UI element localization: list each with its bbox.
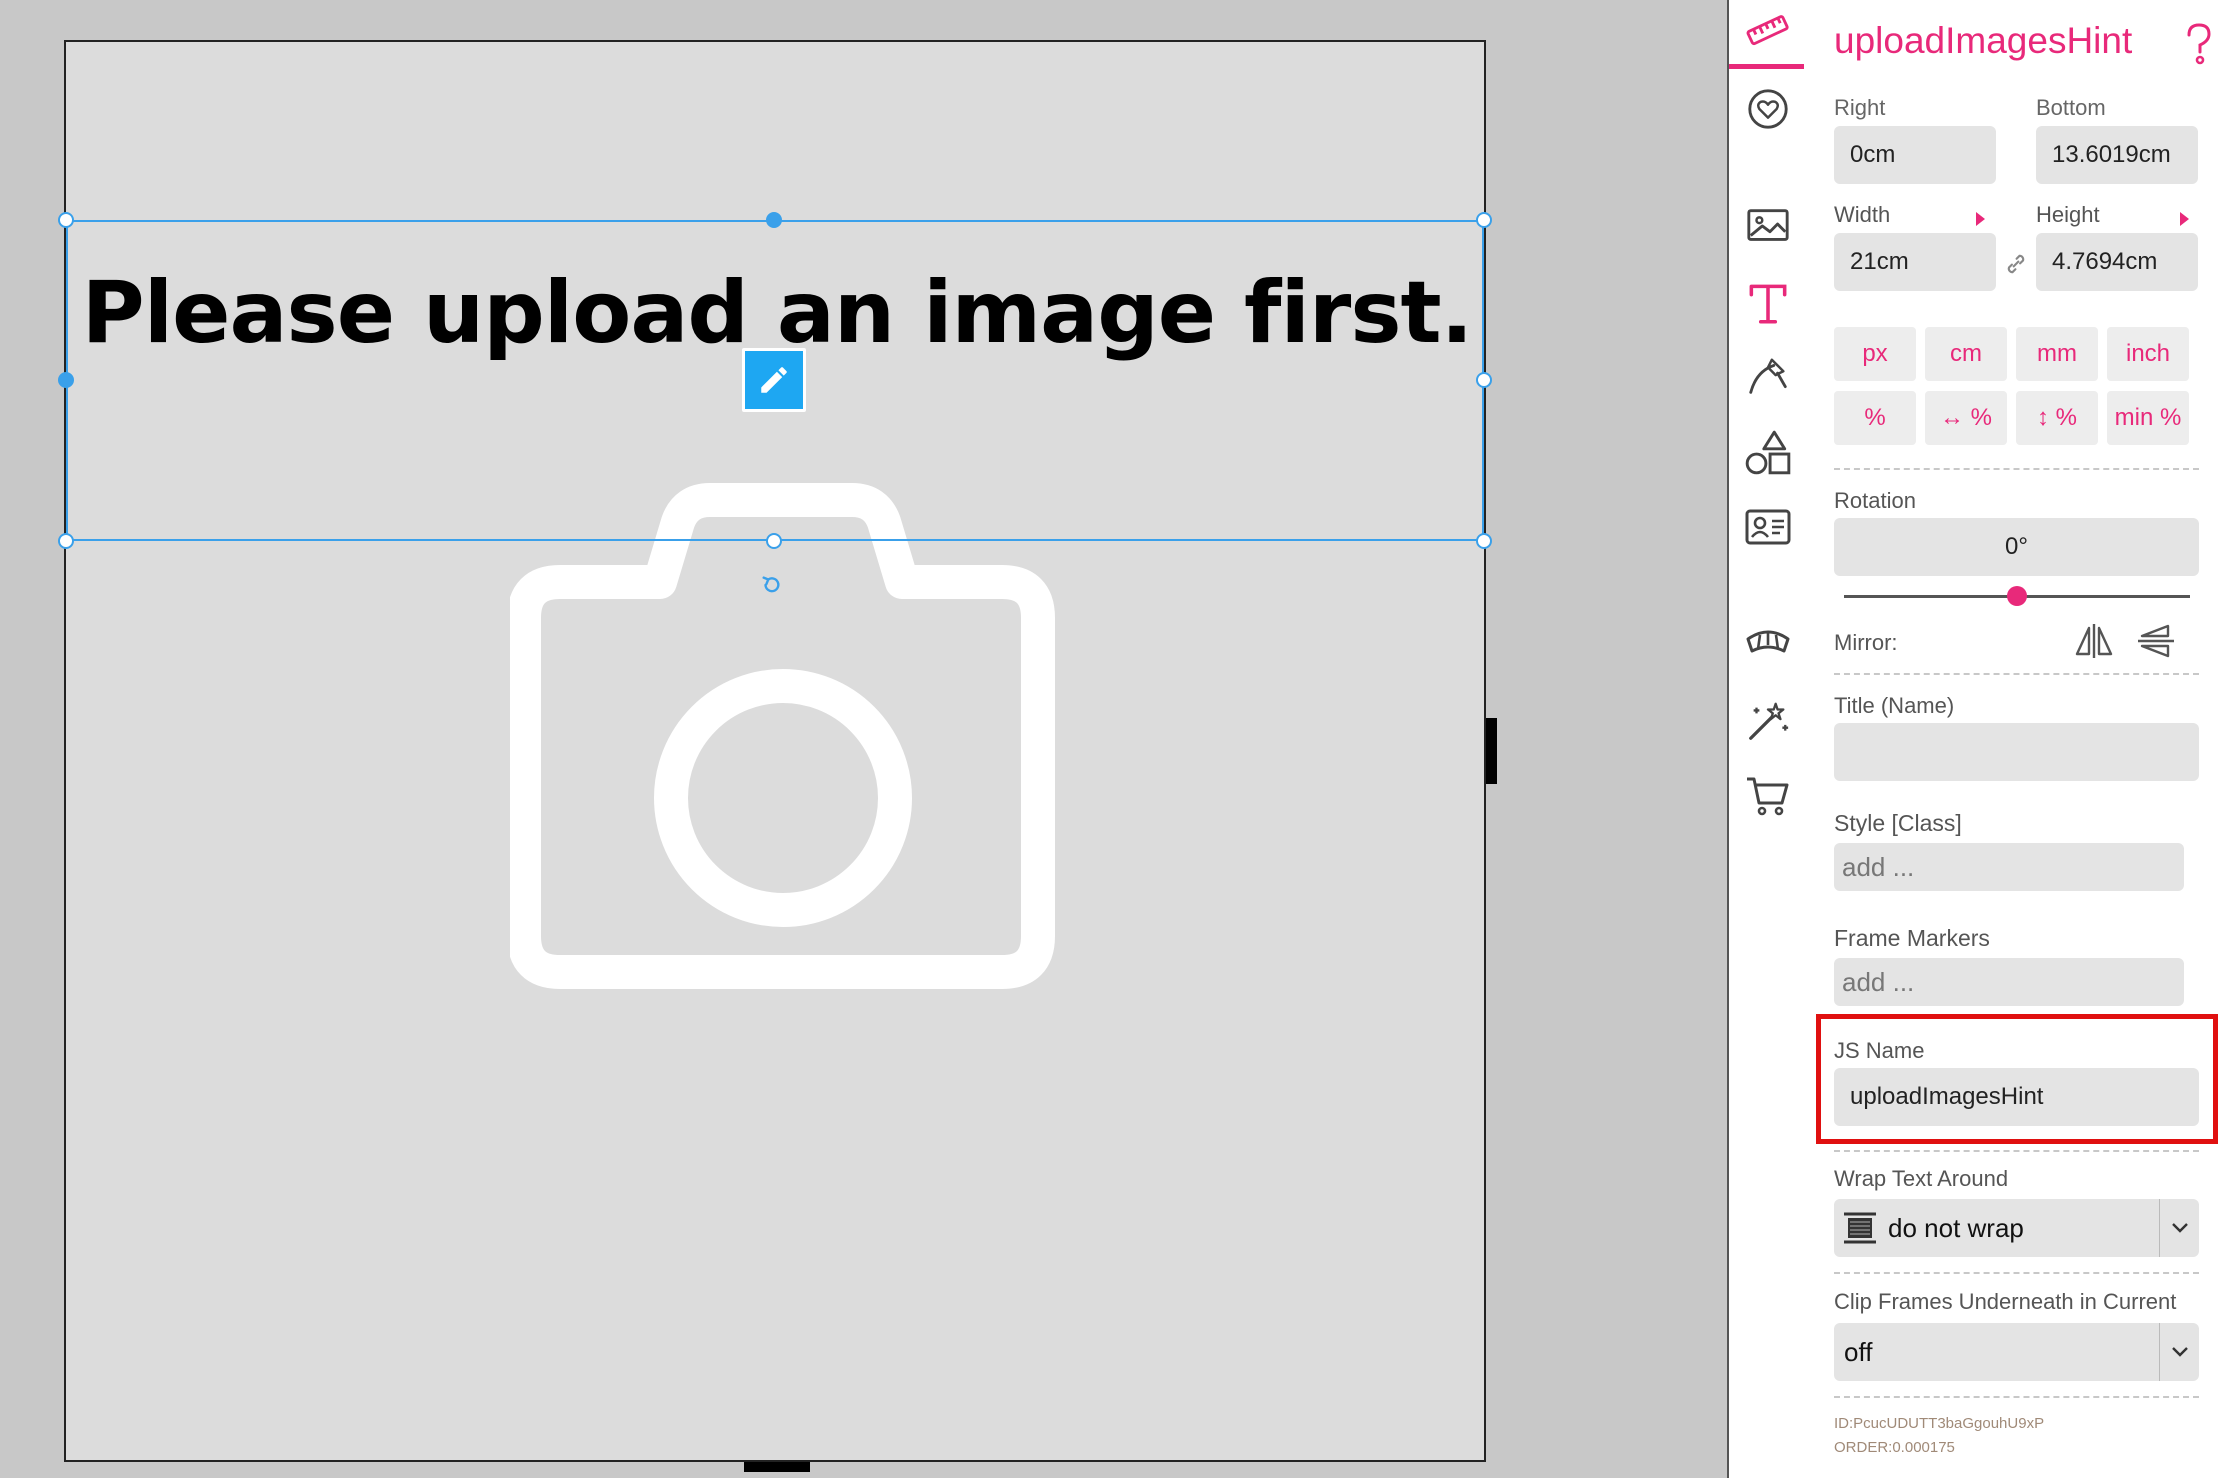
tool-contact[interactable]	[1743, 502, 1793, 552]
contact-card-icon	[1745, 509, 1791, 545]
divider	[1834, 468, 2199, 470]
divider	[1834, 1272, 2199, 1274]
page-edge-tab-right[interactable]	[1486, 718, 1497, 784]
mirror-vertical-icon[interactable]	[2136, 622, 2176, 660]
style-class-input[interactable]: add ...	[1834, 843, 2184, 891]
resize-handle-bottom-right[interactable]	[1476, 533, 1492, 549]
resize-handle-left[interactable]	[58, 372, 74, 388]
bottom-input[interactable]: 13.6019cm	[2036, 126, 2198, 184]
resize-handle-bottom-left[interactable]	[58, 533, 74, 549]
resize-handle-bottom[interactable]	[766, 533, 782, 549]
unit-mm-button[interactable]: mm	[2016, 327, 2098, 381]
js-name-label: JS Name	[1834, 1038, 1925, 1063]
height-input[interactable]: 4.7694cm	[2036, 233, 2198, 291]
rotation-input[interactable]: 0°	[1834, 518, 2199, 576]
js-name-input[interactable]: uploadImagesHint	[1834, 1068, 2199, 1126]
right-input[interactable]: 0cm	[1834, 126, 1996, 184]
page-edge-tab-bottom[interactable]	[744, 1462, 810, 1472]
ruler-icon	[1746, 15, 1789, 46]
bridge-icon	[1746, 630, 1790, 653]
camera-placeholder-icon	[510, 483, 1055, 989]
tool-image[interactable]	[1743, 200, 1793, 250]
panel-title: uploadImagesHint	[1834, 20, 2133, 61]
chevron-down-icon	[2171, 1223, 2188, 1233]
divider	[1834, 1396, 2199, 1398]
dropdown-caret[interactable]	[2159, 1323, 2199, 1381]
tool-cart[interactable]	[1743, 770, 1793, 820]
unit-percent-button[interactable]: %	[1834, 391, 1916, 445]
tool-text[interactable]	[1743, 278, 1793, 328]
title-name-label: Title (Name)	[1834, 693, 1955, 718]
cart-icon	[1747, 777, 1789, 816]
resize-handle-right[interactable]	[1476, 372, 1492, 388]
rotation-label: Rotation	[1834, 488, 1916, 513]
bottom-label: Bottom	[2036, 95, 2106, 120]
element-id: ID:PcucUDUTT3baGgouhU9xP	[1834, 1415, 2045, 1432]
width-label: Width	[1834, 202, 1891, 227]
frame-markers-input[interactable]: add ...	[1834, 958, 2184, 1006]
height-expand-arrow[interactable]	[2180, 212, 2189, 226]
title-name-input[interactable]	[1834, 723, 2199, 781]
tool-magic[interactable]	[1743, 696, 1793, 746]
help-icon[interactable]	[2184, 22, 2214, 66]
pencil-icon	[761, 367, 787, 393]
unit-height-percent-button[interactable]: ↕ %	[2016, 391, 2098, 445]
tool-favorites[interactable]	[1743, 84, 1793, 134]
tool-shapes[interactable]	[1743, 428, 1793, 478]
magic-wand-icon	[1749, 702, 1789, 740]
divider	[1834, 1150, 2199, 1152]
wrap-text-value: do not wrap	[1888, 1212, 2024, 1243]
tool-sidebar	[1727, 0, 1806, 1478]
mirror-horizontal-icon[interactable]	[2074, 622, 2114, 660]
mirror-label: Mirror:	[1834, 630, 1898, 655]
clip-frames-select[interactable]: off	[1834, 1323, 2199, 1381]
unit-width-percent-button[interactable]: ↔ %	[1925, 391, 2007, 445]
rotation-slider-thumb[interactable]	[2007, 586, 2027, 606]
width-expand-arrow[interactable]	[1976, 212, 1985, 226]
rotate-handle-icon[interactable]	[760, 574, 782, 596]
resize-handle-top[interactable]	[766, 212, 782, 228]
active-tool-indicator	[1729, 64, 1806, 69]
wrap-text-select[interactable]: do not wrap	[1834, 1199, 2199, 1257]
shapes-icon	[1745, 430, 1791, 475]
properties-panel: uploadImagesHint Right Bottom 0cm 13.601…	[1804, 0, 2224, 1478]
frame-markers-label: Frame Markers	[1834, 925, 1990, 951]
tool-bridge[interactable]	[1743, 620, 1793, 670]
edit-text-button[interactable]	[742, 348, 806, 412]
wrap-mode-icon	[1844, 1212, 1876, 1244]
heart-badge-icon	[1748, 89, 1788, 129]
dropdown-caret[interactable]	[2159, 1199, 2199, 1257]
wrap-text-label: Wrap Text Around	[1834, 1166, 2009, 1191]
clip-frames-value: off	[1844, 1336, 1873, 1367]
element-order: ORDER:0.000175	[1834, 1439, 1955, 1456]
divider	[1834, 673, 2199, 675]
tool-draw[interactable]	[1743, 352, 1793, 402]
text-icon	[1749, 284, 1787, 324]
canvas-area[interactable]: Please upload an image first.	[0, 0, 1727, 1478]
tool-ruler[interactable]	[1743, 6, 1793, 56]
unit-px-button[interactable]: px	[1834, 327, 1916, 381]
resize-handle-top-right[interactable]	[1476, 212, 1492, 228]
pen-icon	[1749, 358, 1787, 394]
chevron-down-icon	[2171, 1347, 2188, 1357]
style-class-label: Style [Class]	[1834, 810, 1962, 836]
image-icon	[1747, 209, 1789, 241]
unit-inch-button[interactable]: inch	[2107, 327, 2189, 381]
height-label: Height	[2036, 202, 2100, 227]
clip-frames-label: Clip Frames Underneath in Current	[1834, 1289, 2177, 1314]
link-icon[interactable]	[2002, 250, 2030, 278]
unit-min-percent-button[interactable]: min %	[2107, 391, 2189, 445]
unit-cm-button[interactable]: cm	[1925, 327, 2007, 381]
resize-handle-top-left[interactable]	[58, 212, 74, 228]
width-input[interactable]: 21cm	[1834, 233, 1996, 291]
right-label: Right	[1834, 95, 1886, 120]
